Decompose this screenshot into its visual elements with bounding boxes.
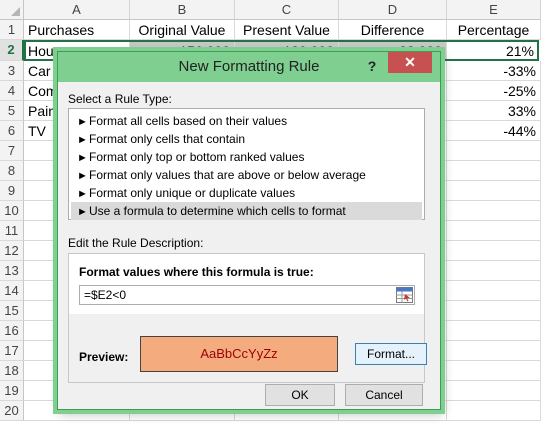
- format-button[interactable]: Format...: [355, 343, 427, 365]
- rule-type-item-selected[interactable]: ►Use a formula to determine which cells …: [71, 202, 422, 220]
- rule-type-label: Format only cells that contain: [89, 132, 246, 146]
- row-header-16[interactable]: 16: [0, 321, 24, 341]
- row-header-15[interactable]: 15: [0, 301, 24, 321]
- empty-cell[interactable]: [447, 321, 541, 341]
- row-header-20[interactable]: 20: [0, 401, 24, 421]
- empty-cell[interactable]: [447, 221, 541, 241]
- row-header-14[interactable]: 14: [0, 281, 24, 301]
- ok-button[interactable]: OK: [265, 384, 335, 406]
- rule-type-item[interactable]: ►Format only cells that contain: [71, 130, 422, 148]
- rule-type-list[interactable]: ►Format all cells based on their values …: [68, 108, 425, 220]
- cell-e4[interactable]: -25%: [447, 81, 541, 101]
- rule-type-item[interactable]: ►Format only unique or duplicate values: [71, 184, 422, 202]
- rule-type-label: Format only unique or duplicate values: [89, 186, 296, 200]
- range-select-icon[interactable]: [396, 287, 413, 303]
- new-formatting-rule-dialog: New Formatting Rule ? ✕ Select a Rule Ty…: [57, 51, 441, 410]
- arrow-icon: ►: [77, 152, 88, 164]
- rule-type-label: Format only values that are above or bel…: [89, 168, 366, 182]
- empty-cell[interactable]: [447, 241, 541, 261]
- cell-e2[interactable]: 21%: [447, 41, 539, 61]
- cell-a1[interactable]: Purchases: [24, 20, 130, 40]
- formula-value: =$E2<0: [84, 288, 127, 302]
- select-rule-type-label: Select a Rule Type:: [68, 92, 172, 106]
- row-header-18[interactable]: 18: [0, 361, 24, 381]
- empty-cell[interactable]: [447, 361, 541, 381]
- cell-d1[interactable]: Difference: [339, 20, 447, 40]
- cell-e3[interactable]: -33%: [447, 61, 541, 81]
- empty-cell[interactable]: [447, 281, 541, 301]
- dialog-title: New Formatting Rule: [178, 58, 320, 75]
- column-header-c[interactable]: C: [235, 0, 339, 20]
- rule-type-label: Use a formula to determine which cells t…: [89, 204, 346, 218]
- rule-type-item[interactable]: ►Format all cells based on their values: [71, 112, 422, 130]
- column-header-a[interactable]: A: [24, 0, 130, 20]
- empty-cell[interactable]: [447, 261, 541, 281]
- empty-cell[interactable]: [447, 201, 541, 221]
- select-all-corner[interactable]: [0, 0, 24, 20]
- empty-cell[interactable]: [447, 341, 541, 361]
- formula-panel: Format values where this formula is true…: [69, 254, 424, 314]
- arrow-icon: ►: [77, 116, 88, 128]
- row-header-1[interactable]: 1: [0, 20, 24, 40]
- cell-e5[interactable]: 33%: [447, 101, 541, 121]
- column-header-e[interactable]: E: [447, 0, 541, 20]
- cell-c1[interactable]: Present Value: [235, 20, 339, 40]
- cell-e1[interactable]: Percentage: [447, 20, 541, 40]
- arrow-icon: ►: [77, 134, 88, 146]
- row-header-6[interactable]: 6: [0, 121, 24, 141]
- empty-cell[interactable]: [447, 401, 541, 421]
- empty-cell[interactable]: [447, 181, 541, 201]
- formula-input[interactable]: =$E2<0: [79, 285, 415, 305]
- arrow-icon: ►: [77, 170, 88, 182]
- row-header-2[interactable]: 2: [0, 40, 24, 61]
- row-header-4[interactable]: 4: [0, 81, 24, 101]
- rule-description-panel: Format values where this formula is true…: [68, 253, 427, 383]
- empty-cell[interactable]: [447, 141, 541, 161]
- close-button[interactable]: ✕: [388, 52, 432, 73]
- row-header-3[interactable]: 3: [0, 61, 24, 81]
- column-header-b[interactable]: B: [130, 0, 235, 20]
- row-header-9[interactable]: 9: [0, 181, 24, 201]
- row-header-7[interactable]: 7: [0, 141, 24, 161]
- cell-b1[interactable]: Original Value: [130, 20, 235, 40]
- row-header-17[interactable]: 17: [0, 341, 24, 361]
- row-header-5[interactable]: 5: [0, 101, 24, 121]
- formula-label: Format values where this formula is true…: [79, 265, 314, 279]
- preview-label: Preview:: [79, 350, 129, 364]
- rule-type-label: Format only top or bottom ranked values: [89, 150, 305, 164]
- help-button[interactable]: ?: [362, 56, 382, 76]
- empty-cell[interactable]: [447, 301, 541, 321]
- rule-type-label: Format all cells based on their values: [89, 114, 288, 128]
- column-header-d[interactable]: D: [339, 0, 447, 20]
- cell-e6[interactable]: -44%: [447, 121, 541, 141]
- row-header-13[interactable]: 13: [0, 261, 24, 281]
- row-header-11[interactable]: 11: [0, 221, 24, 241]
- rule-type-item[interactable]: ►Format only values that are above or be…: [71, 166, 422, 184]
- row-header-19[interactable]: 19: [0, 381, 24, 401]
- rule-type-item[interactable]: ►Format only top or bottom ranked values: [71, 148, 422, 166]
- dialog-title-bar[interactable]: New Formatting Rule ? ✕: [58, 52, 440, 82]
- row-header-10[interactable]: 10: [0, 201, 24, 221]
- row-header-12[interactable]: 12: [0, 241, 24, 261]
- arrow-icon: ►: [77, 206, 88, 218]
- empty-cell[interactable]: [447, 381, 541, 401]
- empty-cell[interactable]: [447, 161, 541, 181]
- cancel-button[interactable]: Cancel: [345, 384, 423, 406]
- edit-description-label: Edit the Rule Description:: [68, 236, 204, 250]
- arrow-icon: ►: [77, 188, 88, 200]
- row-header-8[interactable]: 8: [0, 161, 24, 181]
- format-preview: AaBbCcYyZz: [140, 336, 338, 372]
